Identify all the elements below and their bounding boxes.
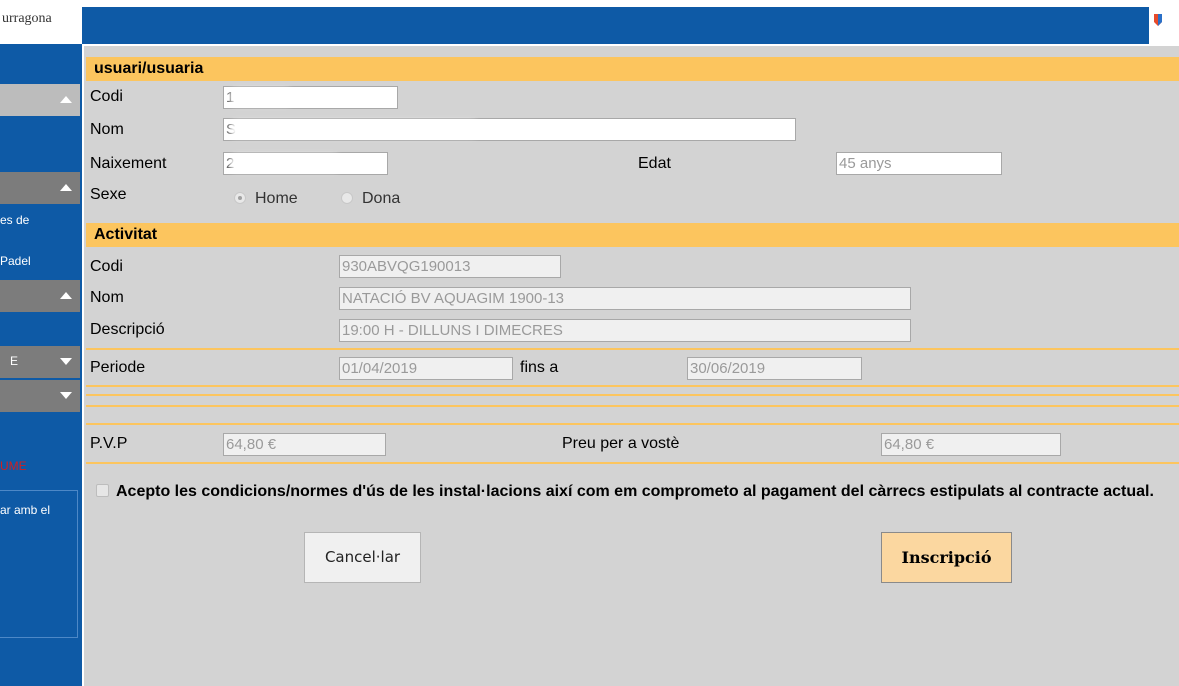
chevron-up-icon [60, 96, 72, 103]
section-divider [86, 394, 1179, 396]
section-divider [86, 348, 1179, 350]
age-field: 45 anys [836, 152, 1002, 175]
activity-code-field: 930ABVQG190013 [339, 255, 561, 278]
section-divider [86, 462, 1179, 464]
sex-radio-dona[interactable] [341, 192, 353, 204]
user-section-title: usuari/usuaria [86, 57, 1179, 81]
age-label: Edat [638, 155, 671, 172]
sidebar-menu-toggle-3[interactable] [0, 280, 80, 312]
pvp-label: P.V.P [90, 435, 128, 452]
activity-name-label: Nom [90, 289, 124, 306]
birthdate-label: Naixement [90, 155, 167, 172]
your-price-label: Preu per a vostè [562, 435, 680, 452]
sidebar-item-label[interactable]: ar amb el [0, 503, 50, 517]
enroll-button[interactable]: Inscripció [881, 532, 1012, 583]
pvp-field: 64,80 € [223, 433, 386, 456]
redaction-blur [230, 155, 340, 171]
sidebar-menu-toggle-5[interactable] [0, 380, 80, 412]
section-divider [86, 405, 1179, 407]
corner-logo-icon [1154, 14, 1162, 26]
sex-option-home-label: Home [255, 190, 298, 207]
redaction-blur [230, 121, 478, 137]
chevron-down-icon [60, 392, 72, 399]
section-divider [86, 423, 1179, 425]
sidebar-item-label[interactable]: es de [0, 213, 29, 227]
chevron-down-icon [60, 358, 72, 365]
sidebar-menu-toggle-1[interactable] [0, 84, 80, 116]
sidebar-item-label[interactable]: UME [0, 459, 27, 473]
sidebar-item-label: E [10, 354, 19, 368]
sidebar-menu-toggle-4[interactable]: E [0, 346, 80, 378]
activity-description-label: Descripció [90, 321, 165, 338]
left-sidebar: es de Padel E UME ar amb el [0, 44, 82, 686]
activity-section-title: Activitat [86, 223, 1179, 247]
accept-terms-text: Acepto les condicions/normes d'ús de les… [116, 483, 1154, 500]
sex-label: Sexe [90, 186, 127, 203]
chevron-up-icon [60, 292, 72, 299]
period-until-label: fins a [520, 359, 559, 376]
period-label: Periode [90, 359, 146, 376]
header-band [82, 7, 1149, 44]
sex-option-dona-label: Dona [362, 190, 401, 207]
user-code-label: Codi [90, 88, 123, 105]
activity-description-field: 19:00 H - DILLUNS I DIMECRES [339, 319, 911, 342]
user-name-label: Nom [90, 121, 124, 138]
period-start-field: 01/04/2019 [339, 357, 513, 380]
cancel-button[interactable]: Cancel·lar [304, 532, 421, 583]
redaction-blur [230, 89, 292, 105]
sidebar-item-label[interactable]: Padel [0, 254, 31, 268]
enrollment-form [84, 46, 1179, 686]
sidebar-menu-toggle-2[interactable] [0, 172, 80, 204]
period-end-field: 30/06/2019 [687, 357, 862, 380]
your-price-field: 64,80 € [881, 433, 1061, 456]
chevron-up-icon [60, 184, 72, 191]
section-divider [86, 385, 1179, 387]
activity-code-label: Codi [90, 258, 123, 275]
activity-name-field: NATACIÓ BV AQUAGIM 1900-13 [339, 287, 911, 310]
sex-radio-home[interactable] [234, 192, 246, 204]
city-logo: urragona [0, 7, 82, 44]
